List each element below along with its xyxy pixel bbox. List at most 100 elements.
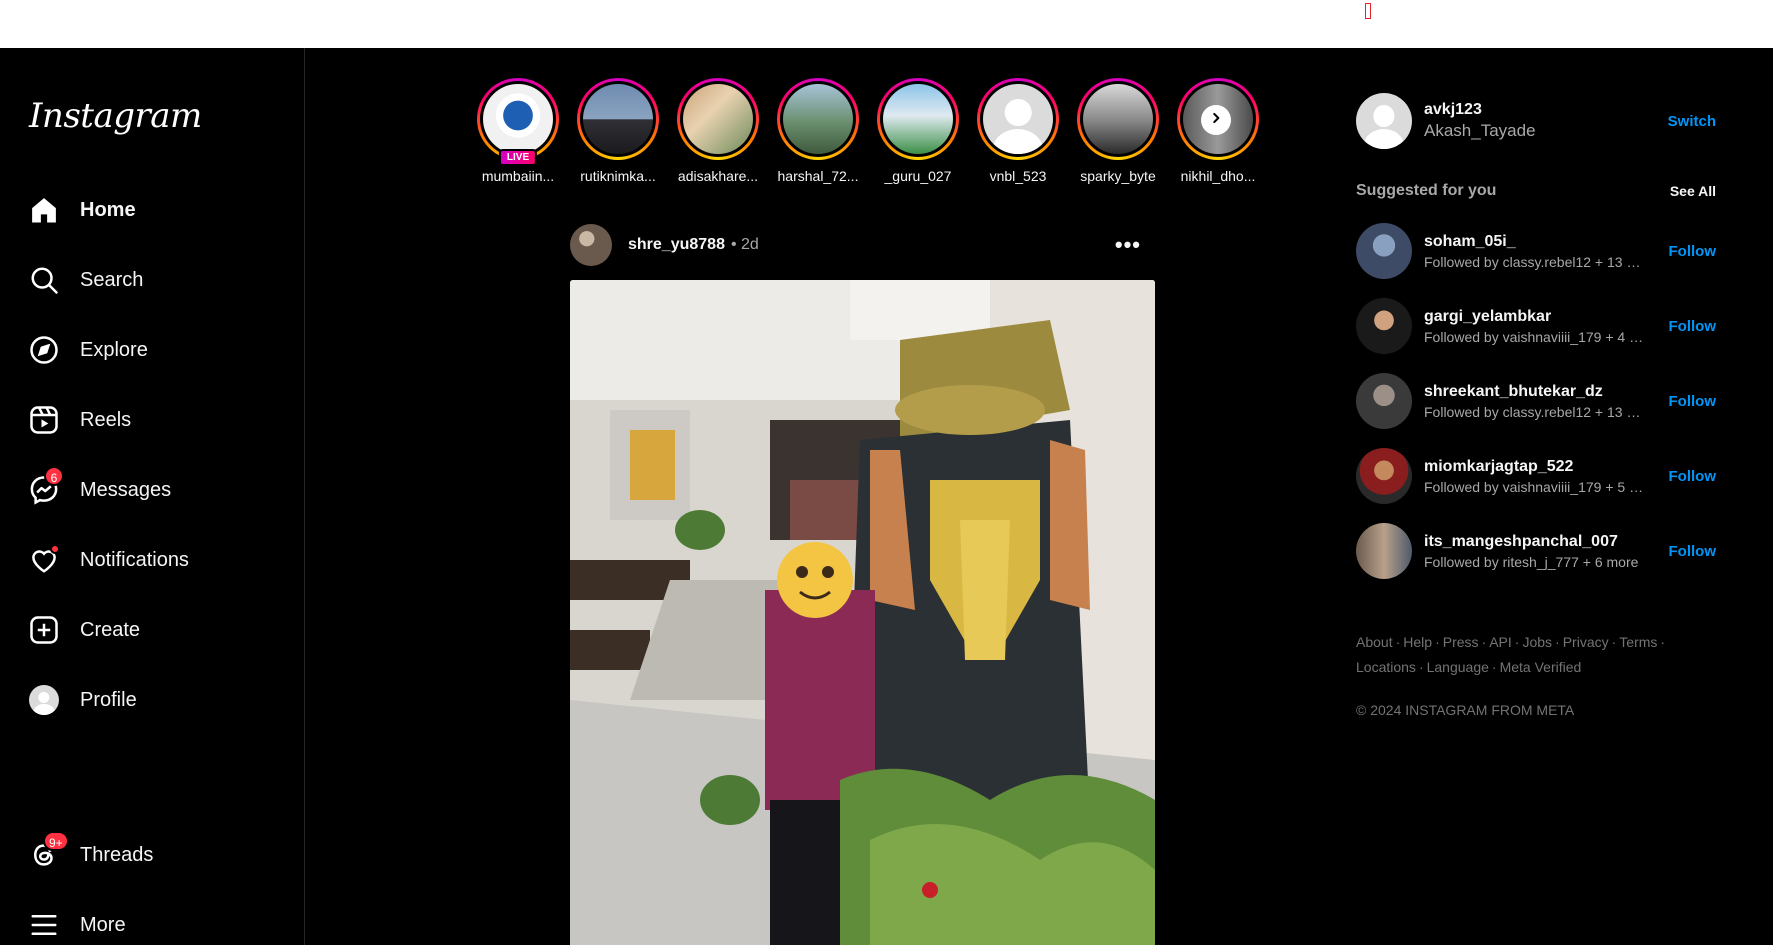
story-name: sparky_byte bbox=[1080, 168, 1156, 184]
nav-home[interactable]: Home bbox=[28, 190, 136, 230]
footer-link[interactable]: About bbox=[1356, 634, 1393, 650]
post-avatar[interactable] bbox=[570, 224, 612, 266]
footer-link[interactable]: Language bbox=[1427, 659, 1489, 675]
messenger-icon: 6 bbox=[28, 466, 64, 506]
suggestion-followed-by: Followed by vaishnaviiii_179 + 4 more bbox=[1424, 328, 1648, 345]
suggestion-avatar[interactable] bbox=[1356, 298, 1412, 354]
copyright-text: © 2024 INSTAGRAM FROM META bbox=[1356, 702, 1575, 718]
compass-icon bbox=[28, 334, 60, 366]
post-timestamp: • 2d bbox=[730, 236, 759, 253]
suggestion-item: shreekant_bhutekar_dz Followed by classy… bbox=[1356, 373, 1716, 429]
switch-account-button[interactable]: Switch bbox=[1668, 113, 1716, 130]
suggestion-item: miomkarjagtap_522 Followed by vaishnavii… bbox=[1356, 448, 1716, 504]
story-item[interactable]: _guru_027 bbox=[868, 78, 968, 184]
story-name: harshal_72... bbox=[777, 168, 859, 184]
stories-next-button[interactable] bbox=[1201, 105, 1231, 135]
suggestions-title: Suggested for you bbox=[1356, 182, 1497, 199]
nav-label: More bbox=[80, 913, 126, 936]
suggestion-followed-by: Followed by vaishnaviiii_179 + 5 more bbox=[1424, 478, 1648, 495]
story-item[interactable]: vnbl_523 bbox=[968, 78, 1068, 184]
suggestion-username[interactable]: miomkarjagtap_522 bbox=[1424, 458, 1648, 476]
footer-link[interactable]: Locations bbox=[1356, 659, 1416, 675]
suggestion-avatar[interactable] bbox=[1356, 448, 1412, 504]
suggestion-item: gargi_yelambkar Followed by vaishnaviiii… bbox=[1356, 298, 1716, 354]
story-avatar bbox=[683, 84, 753, 154]
suggestion-username[interactable]: soham_05i_ bbox=[1424, 233, 1648, 251]
plus-square-icon bbox=[28, 614, 60, 646]
suggestions-header: Suggested for you See All bbox=[1356, 182, 1716, 200]
suggestion-followed-by: Followed by ritesh_j_777 + 6 more bbox=[1424, 553, 1639, 570]
nav-label: Create bbox=[80, 618, 141, 641]
story-avatar bbox=[583, 84, 653, 154]
story-item[interactable]: harshal_72... bbox=[768, 78, 868, 184]
notification-dot bbox=[50, 544, 60, 554]
current-account: avkj123 Akash_Tayade Switch bbox=[1356, 93, 1716, 149]
suggestion-avatar[interactable] bbox=[1356, 373, 1412, 429]
nav-threads[interactable]: 9+ Threads bbox=[28, 831, 154, 875]
story-avatar bbox=[1083, 84, 1153, 154]
nav-notifications[interactable]: Notifications bbox=[28, 540, 189, 580]
follow-button[interactable]: Follow bbox=[1669, 318, 1717, 335]
search-icon bbox=[28, 264, 60, 296]
story-avatar bbox=[783, 84, 853, 154]
nav-label: Explore bbox=[80, 338, 148, 361]
follow-button[interactable]: Follow bbox=[1669, 243, 1717, 260]
footer-link[interactable]: API bbox=[1489, 634, 1512, 650]
story-item[interactable]: sparky_byte bbox=[1068, 78, 1168, 184]
avatar-icon bbox=[28, 684, 60, 716]
heart-icon bbox=[28, 544, 60, 576]
threads-badge: 9+ bbox=[43, 831, 69, 851]
messages-badge: 6 bbox=[44, 466, 64, 486]
follow-button[interactable]: Follow bbox=[1669, 468, 1717, 485]
story-item[interactable]: LIVE mumbaiin... bbox=[468, 78, 568, 184]
footer-links: About · Help · Press · API · Jobs · Privacy · Terms ·… bbox=[1356, 634, 1666, 675]
suggestion-avatar[interactable] bbox=[1356, 223, 1412, 279]
nav-label: Home bbox=[80, 198, 136, 221]
home-icon bbox=[28, 194, 60, 226]
more-options-icon[interactable]: ••• bbox=[1115, 232, 1141, 258]
nav-reels[interactable]: Reels bbox=[28, 400, 131, 440]
story-name: _guru_027 bbox=[884, 168, 952, 184]
top-bar bbox=[0, 0, 1773, 48]
story-name: vnbl_523 bbox=[989, 168, 1047, 184]
nav-messages[interactable]: 6 Messages bbox=[28, 466, 172, 510]
footer-link[interactable]: Privacy bbox=[1563, 634, 1609, 650]
nav-label: Threads bbox=[80, 843, 154, 866]
footer-link[interactable]: Help bbox=[1403, 634, 1432, 650]
menu-icon bbox=[28, 909, 60, 941]
see-all-button[interactable]: See All bbox=[1670, 183, 1716, 199]
instagram-logo[interactable]: Instagram bbox=[29, 96, 202, 136]
account-username[interactable]: avkj123 bbox=[1424, 101, 1536, 119]
suggestion-avatar[interactable] bbox=[1356, 523, 1412, 579]
footer-link[interactable]: Press bbox=[1443, 634, 1479, 650]
story-item[interactable]: rutiknimka... bbox=[568, 78, 668, 184]
suggestion-followed-by: Followed by classy.rebel12 + 13 more bbox=[1424, 253, 1648, 270]
account-avatar[interactable] bbox=[1356, 93, 1412, 149]
suggestion-username[interactable]: gargi_yelambkar bbox=[1424, 308, 1648, 326]
suggestion-item: soham_05i_ Followed by classy.rebel12 + … bbox=[1356, 223, 1716, 279]
nav-label: Messages bbox=[80, 478, 172, 501]
footer-link[interactable]: Terms bbox=[1619, 634, 1657, 650]
nav-label: Notifications bbox=[80, 548, 189, 571]
post-image[interactable] bbox=[570, 280, 1155, 945]
nav-more[interactable]: More bbox=[28, 905, 126, 945]
suggestion-username[interactable]: shreekant_bhutekar_dz bbox=[1424, 383, 1648, 401]
story-avatar bbox=[483, 84, 553, 154]
footer-link[interactable]: Meta Verified bbox=[1500, 659, 1582, 675]
footer-link[interactable]: Jobs bbox=[1522, 634, 1552, 650]
nav-explore[interactable]: Explore bbox=[28, 330, 148, 370]
follow-button[interactable]: Follow bbox=[1669, 543, 1717, 560]
nav-create[interactable]: Create bbox=[28, 610, 140, 650]
post-header: shre_yu8788 • 2d ••• bbox=[570, 223, 1155, 267]
suggestion-item: its_mangeshpanchal_007 Followed by rites… bbox=[1356, 523, 1716, 579]
nav-label: Reels bbox=[80, 408, 132, 431]
nav-label: Profile bbox=[80, 688, 137, 711]
story-item[interactable]: adisakhare... bbox=[668, 78, 768, 184]
nav-search[interactable]: Search bbox=[28, 260, 143, 300]
follow-button[interactable]: Follow bbox=[1669, 393, 1717, 410]
nav-profile[interactable]: Profile bbox=[28, 680, 137, 720]
cursor-marker bbox=[1365, 3, 1371, 19]
suggestion-username[interactable]: its_mangeshpanchal_007 bbox=[1424, 533, 1648, 551]
story-name: mumbaiin... bbox=[481, 168, 555, 184]
post-username[interactable]: shre_yu8788 bbox=[628, 236, 725, 254]
